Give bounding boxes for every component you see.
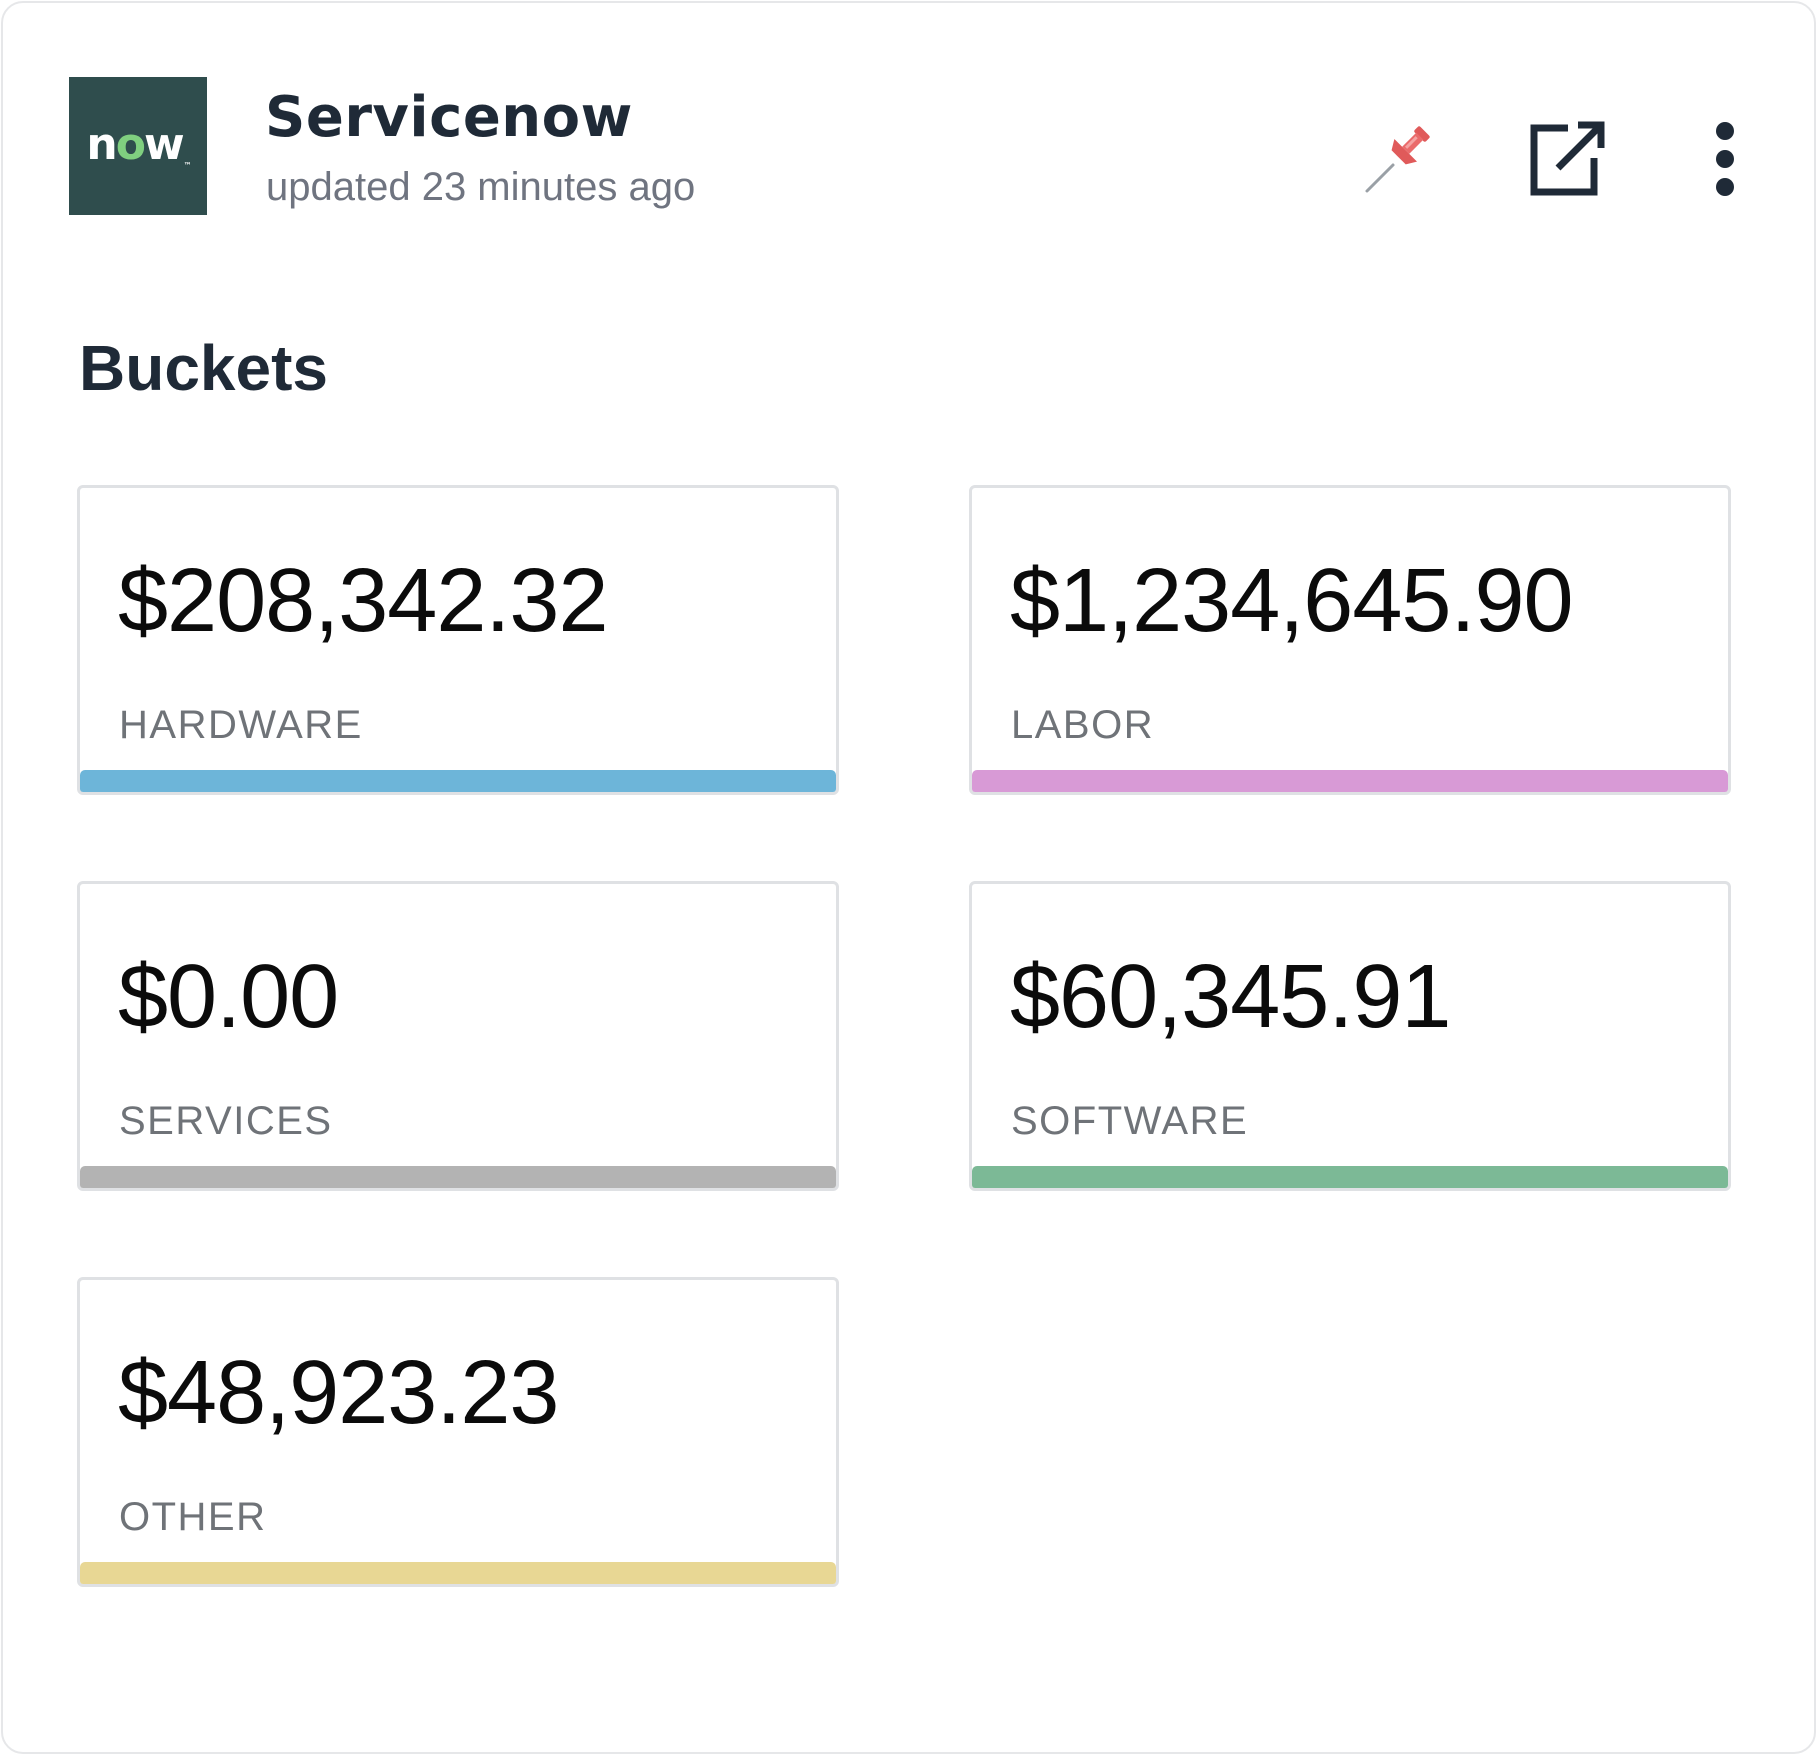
bucket-label: SERVICES bbox=[119, 1099, 333, 1143]
bucket-amount: $0.00 bbox=[118, 947, 339, 1047]
bucket-amount: $208,342.32 bbox=[118, 551, 608, 651]
more-options-button[interactable] bbox=[1697, 115, 1753, 203]
bucket-color-bar bbox=[80, 1562, 836, 1584]
bucket-card-other[interactable]: $48,923.23 OTHER bbox=[77, 1277, 839, 1587]
bucket-label: OTHER bbox=[119, 1495, 267, 1539]
last-updated-text: updated 23 minutes ago bbox=[266, 165, 696, 209]
logo-wordmark: now™ bbox=[86, 118, 191, 170]
more-vertical-icon bbox=[1716, 122, 1734, 196]
bucket-color-bar bbox=[972, 1166, 1728, 1188]
bucket-color-bar bbox=[972, 770, 1728, 792]
pin-icon bbox=[1365, 126, 1430, 193]
servicenow-logo: now™ bbox=[69, 77, 207, 215]
section-title: Buckets bbox=[79, 332, 328, 404]
bucket-amount: $60,345.91 bbox=[1010, 947, 1451, 1047]
bucket-color-bar bbox=[80, 770, 836, 792]
bucket-card-services[interactable]: $0.00 SERVICES bbox=[77, 881, 839, 1191]
external-link-icon bbox=[1530, 121, 1605, 196]
bucket-amount: $1,234,645.90 bbox=[1010, 551, 1574, 651]
servicenow-widget-card: now™ Servicenow updated 23 minutes ago B… bbox=[1, 1, 1816, 1754]
bucket-card-labor[interactable]: $1,234,645.90 LABOR bbox=[969, 485, 1731, 795]
bucket-label: LABOR bbox=[1011, 703, 1155, 747]
bucket-card-software[interactable]: $60,345.91 SOFTWARE bbox=[969, 881, 1731, 1191]
bucket-card-hardware[interactable]: $208,342.32 HARDWARE bbox=[77, 485, 839, 795]
bucket-label: HARDWARE bbox=[119, 703, 363, 747]
bucket-color-bar bbox=[80, 1166, 836, 1188]
pin-button[interactable] bbox=[1359, 115, 1441, 197]
open-external-button[interactable] bbox=[1523, 115, 1611, 203]
bucket-amount: $48,923.23 bbox=[118, 1343, 559, 1443]
app-title: Servicenow bbox=[265, 85, 633, 150]
bucket-label: SOFTWARE bbox=[1011, 1099, 1249, 1143]
